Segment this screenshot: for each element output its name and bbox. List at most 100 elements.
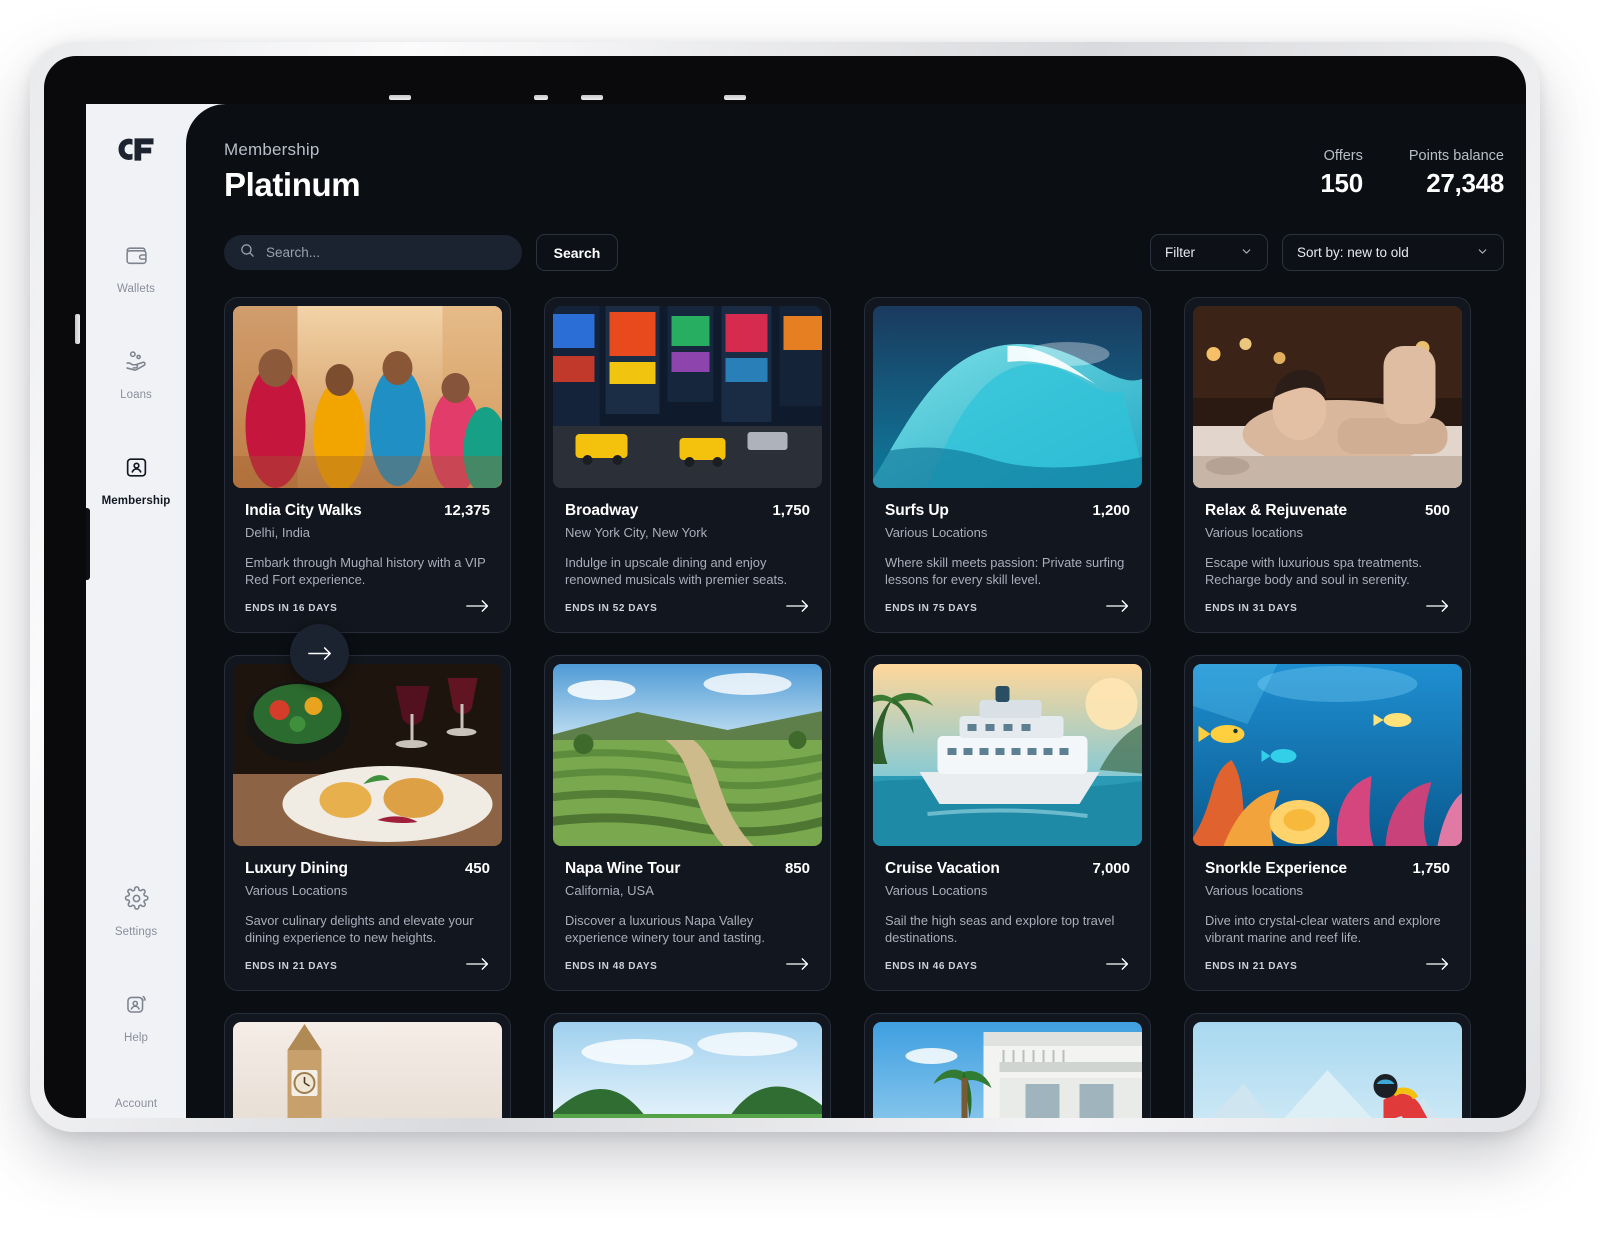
offer-description: Indulge in upscale dining and enjoy reno… xyxy=(565,555,788,588)
offer-card-footer: ENDS IN 21 DAYS xyxy=(245,956,490,990)
offer-arrow-right-icon[interactable] xyxy=(1426,598,1450,619)
offer-card-body: Snorkle Experience 1,750 Various locatio… xyxy=(1193,846,1462,990)
sidebar: Wallets Loans Membership Settings Help A… xyxy=(86,104,186,1118)
sort-select[interactable]: Sort by: new to old xyxy=(1282,234,1504,271)
offer-description: Dive into crystal-clear waters and explo… xyxy=(1205,913,1441,946)
toolbar: Search Filter Sort by: new to old xyxy=(186,204,1526,271)
golf-course-photo xyxy=(553,1022,822,1118)
offer-card-head: India City Walks 12,375 xyxy=(245,502,490,520)
sidebar-item-help[interactable]: Help xyxy=(86,992,186,1044)
offer-expiry: ENDS IN 48 DAYS xyxy=(565,961,658,972)
offer-card-head: Luxury Dining 450 xyxy=(245,860,490,878)
offer-card[interactable]: Snorkle Experience 1,750 Various locatio… xyxy=(1184,655,1471,991)
offer-card-head: Relax & Rejuvenate 500 xyxy=(1205,502,1450,520)
sidebar-item-label: Loans xyxy=(120,389,152,401)
offer-arrow-right-icon[interactable] xyxy=(1106,956,1130,977)
page-title: Platinum xyxy=(224,166,361,203)
offer-expiry: ENDS IN 46 DAYS xyxy=(885,961,978,972)
offer-arrow-right-icon[interactable] xyxy=(786,956,810,977)
filter-select[interactable]: Filter xyxy=(1150,234,1268,271)
offer-arrow-right-icon[interactable] xyxy=(1106,598,1130,619)
fine-dining-photo xyxy=(233,664,502,846)
main-panel: Membership Platinum Offers 150 Points ba… xyxy=(186,104,1526,1118)
offer-expiry: ENDS IN 21 DAYS xyxy=(245,961,338,972)
offer-points: 1,750 xyxy=(772,502,810,519)
sidebar-collapse-button[interactable] xyxy=(290,624,349,683)
offer-points: 7,000 xyxy=(1092,860,1130,877)
offer-description: Sail the high seas and explore top trave… xyxy=(885,913,1115,946)
offer-arrow-right-icon[interactable] xyxy=(466,956,490,977)
offer-card-head: Napa Wine Tour 850 xyxy=(565,860,810,878)
offer-card[interactable] xyxy=(1184,1013,1471,1118)
offer-title: Broadway xyxy=(565,502,639,519)
offer-card[interactable] xyxy=(544,1013,831,1118)
sidebar-item-settings[interactable]: Settings xyxy=(86,886,186,938)
offer-location: Various Locations xyxy=(885,525,988,540)
offer-description: Discover a luxurious Napa Valley experie… xyxy=(565,913,765,946)
sidebar-item-account[interactable]: Account xyxy=(86,1098,186,1110)
offer-card[interactable]: Cruise Vacation 7,000 Various Locations … xyxy=(864,655,1151,991)
offer-points: 1,750 xyxy=(1412,860,1450,877)
beach-villa-photo xyxy=(873,1022,1142,1118)
coral-reef-photo xyxy=(1193,664,1462,846)
offer-arrow-right-icon[interactable] xyxy=(466,598,490,619)
offer-expiry: ENDS IN 52 DAYS xyxy=(565,603,658,614)
india-dancers-photo xyxy=(233,306,502,488)
offer-expiry: ENDS IN 21 DAYS xyxy=(1205,961,1298,972)
page-header: Membership Platinum Offers 150 Points ba… xyxy=(186,104,1526,204)
snowboarder-photo xyxy=(1193,1022,1462,1118)
ocean-wave-photo xyxy=(873,306,1142,488)
offer-card-body: Relax & Rejuvenate 500 Various locations… xyxy=(1193,488,1462,632)
offer-points: 450 xyxy=(464,860,490,877)
offer-card-head: Broadway 1,750 xyxy=(565,502,810,520)
offer-card-head: Snorkle Experience 1,750 xyxy=(1205,860,1450,878)
offer-card-footer: ENDS IN 48 DAYS xyxy=(565,956,810,990)
offer-location: Various Locations xyxy=(245,883,348,898)
sidebar-item-label: Membership xyxy=(101,495,171,507)
offer-title: Luxury Dining xyxy=(245,860,348,877)
device-side-button xyxy=(75,314,80,344)
offer-card[interactable]: Broadway 1,750 New York City, New York I… xyxy=(544,297,831,633)
offer-card[interactable]: Napa Wine Tour 850 California, USA Disco… xyxy=(544,655,831,991)
search-input[interactable] xyxy=(266,245,507,260)
stat-points-balance: Points balance 27,348 xyxy=(1409,148,1504,199)
cf-logo-icon xyxy=(118,138,154,161)
cf-logo[interactable] xyxy=(116,136,156,169)
search-field-wrapper[interactable] xyxy=(224,235,522,270)
offer-card[interactable]: Luxury Dining 450 Various Locations Savo… xyxy=(224,655,511,991)
sidebar-bottom-group: Settings Help Account xyxy=(86,886,186,1118)
offer-card-footer: ENDS IN 16 DAYS xyxy=(245,598,490,632)
sort-select-label: Sort by: new to old xyxy=(1297,245,1409,260)
offer-card[interactable]: India City Walks 12,375 Delhi, India Emb… xyxy=(224,297,511,633)
sidebar-item-loans[interactable]: Loans xyxy=(86,349,186,401)
sidebar-item-wallets[interactable]: Wallets xyxy=(86,243,186,295)
vineyard-hills-photo xyxy=(553,664,822,846)
offer-points: 500 xyxy=(1424,502,1450,519)
offer-arrow-right-icon[interactable] xyxy=(1426,956,1450,977)
sidebar-item-membership[interactable]: Membership xyxy=(86,455,186,507)
offer-location: Delhi, India xyxy=(245,525,311,540)
chevron-down-icon xyxy=(1476,245,1489,261)
search-icon xyxy=(239,242,256,264)
times-square-photo xyxy=(553,306,822,488)
toolbar-right-group: Filter Sort by: new to old xyxy=(1150,234,1504,271)
offer-card-footer: ENDS IN 75 DAYS xyxy=(885,598,1130,632)
offer-card-body: Luxury Dining 450 Various Locations Savo… xyxy=(233,846,502,990)
offer-arrow-right-icon[interactable] xyxy=(786,598,810,619)
offer-card-footer: ENDS IN 52 DAYS xyxy=(565,598,810,632)
offer-card[interactable] xyxy=(224,1013,511,1118)
stat-value: 27,348 xyxy=(1426,168,1504,198)
offer-card[interactable]: Surfs Up 1,200 Various Locations Where s… xyxy=(864,297,1151,633)
offer-card[interactable] xyxy=(864,1013,1151,1118)
device-top-button xyxy=(724,95,746,100)
offer-card[interactable]: Relax & Rejuvenate 500 Various locations… xyxy=(1184,297,1471,633)
chevron-down-icon xyxy=(1240,245,1253,261)
offer-card-head: Surfs Up 1,200 xyxy=(885,502,1130,520)
offer-title: Relax & Rejuvenate xyxy=(1205,502,1348,519)
wallet-icon xyxy=(124,243,149,273)
device-top-button xyxy=(581,95,603,100)
offer-points: 1,200 xyxy=(1092,502,1130,519)
offer-expiry: ENDS IN 75 DAYS xyxy=(885,603,978,614)
search-button[interactable]: Search xyxy=(536,234,618,271)
filter-select-label: Filter xyxy=(1165,245,1195,260)
